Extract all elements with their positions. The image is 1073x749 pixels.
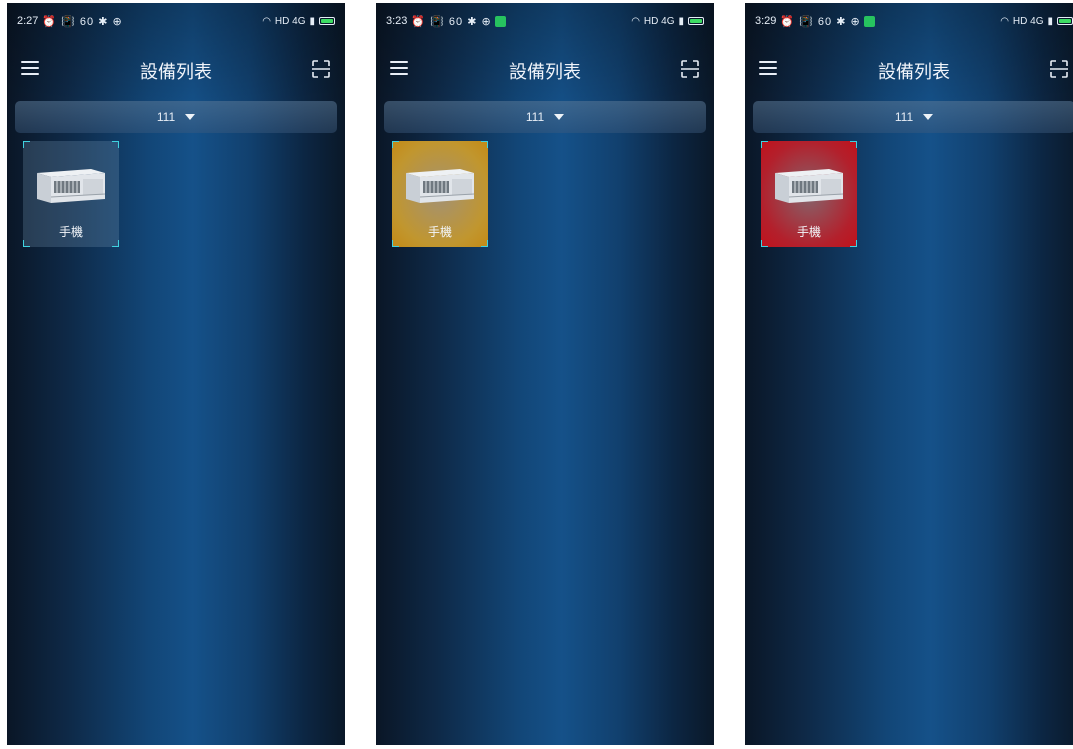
phone-screen-2: 3:23 ⏰ 📳 60 ✱ ⊕ ◠ HD 4G ▮ 設備列表 111 手機: [376, 3, 714, 745]
group-filter-dropdown[interactable]: 111: [15, 101, 337, 133]
battery-icon: [319, 17, 335, 25]
page-title: 設備列表: [140, 62, 212, 83]
group-filter-dropdown[interactable]: 111: [753, 101, 1073, 133]
chiller-unit-icon: [37, 169, 106, 203]
caret-down-icon: [554, 114, 565, 120]
group-filter-value: 111: [156, 110, 176, 124]
scan-icon[interactable]: [311, 59, 331, 79]
app-bar: 設備列表: [7, 47, 345, 93]
signal-icon: ▮: [309, 15, 315, 27]
status-bar: 3:29 ⏰ 📳 60 ✱ ⊕ ◠ HD 4G ▮: [745, 3, 1073, 39]
wechat-notification-icon: [494, 15, 506, 27]
page-title: 設備列表: [509, 62, 581, 83]
wifi-icon: ◠: [1000, 15, 1009, 27]
status-icons: ⏰ 📳 60 ✱ ⊕: [42, 15, 123, 28]
status-icons: ⏰ 📳 60 ✱ ⊕: [780, 15, 861, 28]
battery-icon: [1057, 17, 1073, 25]
device-name: 手機: [58, 225, 83, 239]
chiller-unit-icon: [406, 169, 475, 203]
device-name: 手機: [427, 225, 452, 239]
network-label: HD 4G: [643, 15, 675, 27]
page-title: 設備列表: [878, 62, 950, 83]
phone-screen-3: 3:29 ⏰ 📳 60 ✱ ⊕ ◠ HD 4G ▮ 設備列表 111 手機: [745, 3, 1073, 745]
status-right: ◠ HD 4G ▮: [631, 16, 704, 27]
device-name: 手機: [796, 225, 821, 239]
network-label: HD 4G: [1012, 15, 1044, 27]
status-right: ◠ HD 4G ▮: [1000, 16, 1073, 27]
group-filter-value: 111: [894, 110, 914, 124]
status-bar: 2:27 ⏰ 📳 60 ✱ ⊕ ◠ HD 4G ▮: [7, 3, 345, 39]
group-filter-value: 111: [525, 110, 545, 124]
phone-screen-1: 2:27 ⏰ 📳 60 ✱ ⊕ ◠ HD 4G ▮ 設備列表 111 手機: [7, 3, 345, 745]
signal-icon: ▮: [678, 15, 684, 27]
network-label: HD 4G: [274, 15, 306, 27]
status-time: 3:29: [755, 15, 777, 27]
battery-icon: [688, 17, 704, 25]
caret-down-icon: [185, 114, 196, 120]
wifi-icon: ◠: [631, 15, 640, 27]
status-right: ◠ HD 4G ▮: [262, 16, 335, 27]
status-icons: ⏰ 📳 60 ✱ ⊕: [411, 15, 492, 28]
caret-down-icon: [923, 114, 934, 120]
status-time: 3:23: [386, 15, 408, 27]
status-bar: 3:23 ⏰ 📳 60 ✱ ⊕ ◠ HD 4G ▮: [376, 3, 714, 39]
chiller-unit-icon: [775, 169, 844, 203]
wechat-notification-icon: [863, 15, 875, 27]
scan-icon[interactable]: [680, 59, 700, 79]
device-card[interactable]: 手機: [392, 141, 488, 247]
scan-icon[interactable]: [1049, 59, 1069, 79]
device-card[interactable]: 手機: [23, 141, 119, 247]
device-card[interactable]: 手機: [761, 141, 857, 247]
wifi-icon: ◠: [262, 15, 271, 27]
app-bar: 設備列表: [376, 47, 714, 93]
signal-icon: ▮: [1047, 15, 1053, 27]
status-time: 2:27: [17, 15, 39, 27]
group-filter-dropdown[interactable]: 111: [384, 101, 706, 133]
app-bar: 設備列表: [745, 47, 1073, 93]
